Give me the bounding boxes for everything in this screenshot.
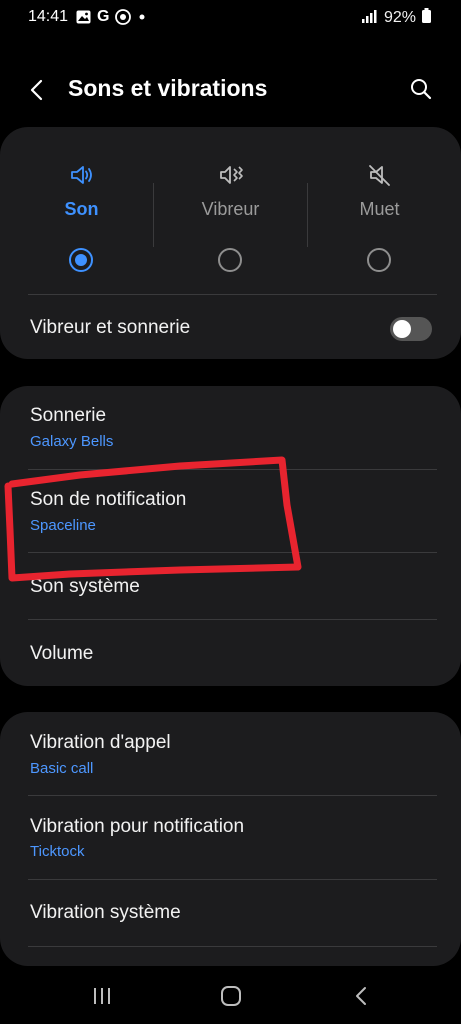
speaker-icon	[70, 166, 92, 184]
radio-mute[interactable]	[367, 248, 391, 272]
radio-vibrate[interactable]	[218, 248, 242, 272]
sound-mode-selector: Son Vibreur Muet	[0, 155, 461, 247]
app-bar: Sons et vibrations	[0, 64, 461, 116]
page-title: Sons et vibrations	[68, 75, 268, 101]
notification-vibration-value: Ticktock	[30, 843, 85, 860]
back-icon[interactable]	[28, 78, 48, 102]
home-icon[interactable]	[219, 984, 243, 1008]
sound-mode-card: Son Vibreur Muet Vibreur et sonnerie	[0, 127, 461, 359]
notification-sound-title: Son de notification	[30, 489, 187, 510]
app-icon	[115, 9, 132, 25]
divider	[28, 619, 437, 620]
vibration-settings-card: Vibration d'appel Basic call Vibration p…	[0, 712, 461, 966]
ringtone-value: Galaxy Bells	[30, 433, 114, 450]
notification-icons: G	[76, 8, 147, 26]
mode-sound[interactable]: Son	[5, 155, 158, 245]
sound-settings-card: Sonnerie Galaxy Bells Son de notificatio…	[0, 386, 461, 686]
system-sound-title: Son système	[30, 576, 140, 597]
radio-sound[interactable]	[69, 248, 93, 272]
navigation-bar	[0, 966, 461, 1024]
notification-vibration-title: Vibration pour notification	[30, 816, 245, 837]
volume-title: Volume	[30, 643, 94, 664]
mode-mute-label: Muet	[359, 199, 400, 219]
call-vibration-title: Vibration d'appel	[30, 732, 171, 753]
status-bar: 14:41 G 92%	[0, 0, 461, 36]
dot-icon	[137, 12, 147, 22]
google-icon: G	[97, 8, 110, 25]
mode-vibrate[interactable]: Vibreur	[154, 155, 307, 245]
divider	[28, 946, 437, 947]
recent-apps-icon[interactable]	[90, 984, 114, 1008]
ringtone-title: Sonnerie	[30, 405, 107, 426]
system-vibration-title: Vibration système	[30, 902, 181, 923]
vibrate-and-ring-label: Vibreur et sonnerie	[30, 317, 191, 338]
notification-sound-value: Spaceline	[30, 517, 96, 534]
divider	[28, 879, 437, 880]
battery-icon	[422, 8, 431, 28]
vibrate-icon	[219, 166, 243, 184]
divider	[28, 552, 437, 553]
mode-vibrate-label: Vibreur	[201, 199, 260, 219]
mode-sound-label: Son	[64, 199, 99, 219]
divider	[28, 795, 437, 796]
mode-mute[interactable]: Muet	[303, 155, 456, 245]
call-vibration-value: Basic call	[30, 760, 94, 777]
back-nav-icon[interactable]	[350, 984, 374, 1008]
divider	[28, 294, 437, 295]
signal-icon	[361, 9, 378, 28]
status-time: 14:41	[28, 8, 69, 25]
mute-icon	[368, 165, 390, 186]
search-icon[interactable]	[409, 77, 433, 101]
status-right: 92%	[361, 8, 431, 28]
gallery-icon	[76, 10, 91, 24]
vibrate-and-ring-toggle[interactable]	[390, 317, 432, 341]
divider	[28, 469, 437, 470]
toggle-knob	[393, 320, 411, 338]
battery-percent: 92%	[383, 9, 416, 26]
